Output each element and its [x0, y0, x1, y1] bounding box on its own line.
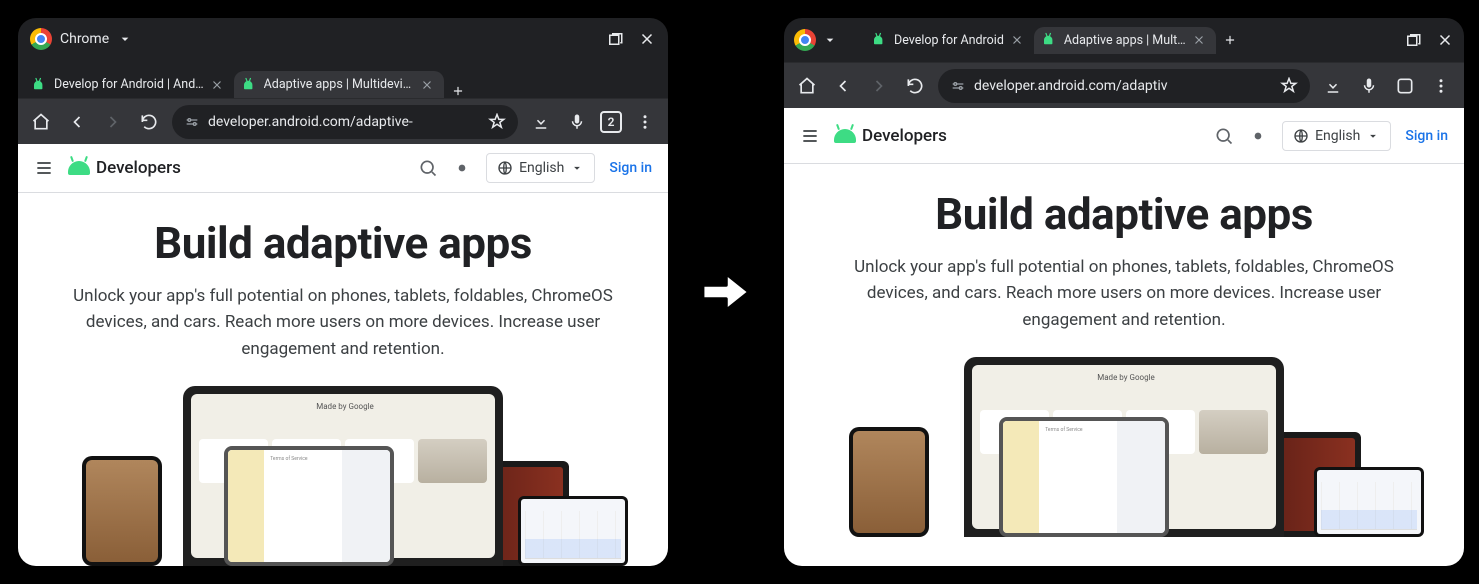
- close-tab-icon[interactable]: [1010, 33, 1024, 47]
- theme-icon[interactable]: [452, 158, 472, 178]
- toolbar: developer.android.com/adaptive- 2: [18, 98, 668, 144]
- new-tab-button[interactable]: [1216, 33, 1244, 47]
- mic-button[interactable]: [1356, 73, 1382, 99]
- url-text: developer.android.com/adaptive-: [208, 114, 480, 130]
- toolbar: developer.android.com/adaptiv: [784, 62, 1464, 108]
- android-icon: [834, 129, 856, 143]
- tab-label: Adaptive apps | Mult…: [1064, 33, 1186, 48]
- wide-window: Develop for Android Adaptive apps | Mult…: [784, 18, 1464, 566]
- art-laptop-title: Made by Google: [980, 373, 1268, 406]
- tab-adaptive-apps[interactable]: Adaptive apps | Multidevic…: [234, 71, 444, 98]
- android-icon: [68, 161, 90, 175]
- close-tab-icon[interactable]: [420, 78, 434, 92]
- tab-develop-for-android[interactable]: Develop for Android: [864, 27, 1034, 54]
- page-content-area: Developers English Sign in Build adaptiv…: [18, 144, 668, 566]
- tab-count-button[interactable]: 2: [600, 111, 622, 133]
- downloads-button[interactable]: [1320, 73, 1346, 99]
- favicon-android-icon: [1044, 33, 1058, 47]
- art-foldable: Terms of Service: [999, 417, 1169, 537]
- globe-icon: [497, 160, 513, 176]
- art-phone-right: [1314, 467, 1424, 537]
- art-phone-left: [849, 427, 929, 537]
- tab-label: Develop for Android: [894, 33, 1004, 48]
- tab-adaptive-apps[interactable]: Adaptive apps | Mult…: [1034, 27, 1216, 54]
- tab-label: Develop for Android | And…: [54, 77, 204, 92]
- tab-switcher-button[interactable]: [1392, 73, 1418, 99]
- titlebar: Chrome: [18, 18, 668, 60]
- tab-label: Adaptive apps | Multidevic…: [264, 77, 414, 92]
- new-tab-button[interactable]: [444, 84, 472, 98]
- app-dropdown-icon[interactable]: [822, 32, 838, 48]
- home-button[interactable]: [28, 109, 54, 135]
- close-window-icon[interactable]: [1436, 31, 1454, 49]
- language-button[interactable]: English: [486, 153, 595, 183]
- chevron-down-icon: [1366, 129, 1380, 143]
- forward-button[interactable]: [100, 109, 126, 135]
- chrome-icon: [794, 29, 816, 51]
- language-label: English: [519, 160, 564, 176]
- bookmark-icon[interactable]: [1280, 77, 1298, 95]
- tab-develop-for-android[interactable]: Develop for Android | And…: [24, 71, 234, 98]
- narrow-window: Chrome Develop for Android | And… Adapti…: [18, 18, 668, 566]
- bookmark-icon[interactable]: [488, 113, 506, 131]
- forward-button[interactable]: [866, 73, 892, 99]
- restore-window-icon[interactable]: [1404, 31, 1422, 49]
- page-content-area: Developers English Sign in Build adaptiv…: [784, 108, 1464, 566]
- art-foldable: Terms of Service: [224, 446, 394, 566]
- overflow-menu-button[interactable]: [1428, 73, 1454, 99]
- language-button[interactable]: English: [1282, 121, 1391, 151]
- site-brand-text: Developers: [862, 126, 947, 146]
- url-text: developer.android.com/adaptiv: [974, 78, 1272, 94]
- hero-subtitle: Unlock your app's full potential on phon…: [46, 283, 640, 362]
- theme-icon[interactable]: [1248, 126, 1268, 146]
- back-button[interactable]: [64, 109, 90, 135]
- favicon-android-icon: [34, 78, 48, 92]
- downloads-button[interactable]: [528, 109, 554, 135]
- mic-button[interactable]: [564, 109, 590, 135]
- hero-title: Build adaptive apps: [812, 188, 1436, 240]
- art-phone-right: [518, 496, 628, 566]
- search-icon[interactable]: [1214, 126, 1234, 146]
- menu-icon[interactable]: [34, 158, 54, 178]
- site-header: Developers English Sign in: [18, 144, 668, 193]
- close-window-icon[interactable]: [638, 30, 656, 48]
- hero-subtitle: Unlock your app's full potential on phon…: [824, 254, 1424, 333]
- tab-strip: Develop for Android | And… Adaptive apps…: [18, 60, 668, 98]
- reload-button[interactable]: [136, 109, 162, 135]
- site-logo[interactable]: Developers: [68, 158, 181, 178]
- hero-device-art: Made by Google Nest Cam£89.99 Terms of S…: [812, 357, 1436, 537]
- favicon-android-icon: [874, 33, 888, 47]
- hero-title: Build adaptive apps: [46, 217, 640, 269]
- globe-icon: [1293, 128, 1309, 144]
- art-phone-left: [82, 456, 162, 566]
- reload-button[interactable]: [902, 73, 928, 99]
- app-dropdown-icon[interactable]: [117, 31, 133, 47]
- chrome-icon: [30, 28, 52, 50]
- language-label: English: [1315, 128, 1360, 144]
- restore-window-icon[interactable]: [606, 30, 624, 48]
- hero-device-art: Made by Google Nest Cam£89.99 Terms of S…: [46, 386, 640, 566]
- menu-icon[interactable]: [800, 126, 820, 146]
- close-tab-icon[interactable]: [210, 78, 224, 92]
- art-laptop-title: Made by Google: [199, 402, 487, 435]
- back-button[interactable]: [830, 73, 856, 99]
- chevron-down-icon: [570, 161, 584, 175]
- omnibox[interactable]: developer.android.com/adaptive-: [172, 105, 518, 139]
- omnibox[interactable]: developer.android.com/adaptiv: [938, 69, 1310, 103]
- site-settings-icon[interactable]: [950, 78, 966, 94]
- home-button[interactable]: [794, 73, 820, 99]
- titlebar-tabstrip: Develop for Android Adaptive apps | Mult…: [784, 18, 1464, 62]
- favicon-android-icon: [244, 78, 258, 92]
- site-brand-text: Developers: [96, 158, 181, 178]
- site-settings-icon[interactable]: [184, 114, 200, 130]
- sign-in-link[interactable]: Sign in: [1405, 128, 1448, 144]
- app-name: Chrome: [60, 31, 109, 47]
- overflow-menu-button[interactable]: [632, 109, 658, 135]
- transition-arrow-icon: [698, 264, 754, 320]
- sign-in-link[interactable]: Sign in: [609, 160, 652, 176]
- search-icon[interactable]: [418, 158, 438, 178]
- site-logo[interactable]: Developers: [834, 126, 947, 146]
- site-header: Developers English Sign in: [784, 108, 1464, 164]
- close-tab-icon[interactable]: [1192, 33, 1206, 47]
